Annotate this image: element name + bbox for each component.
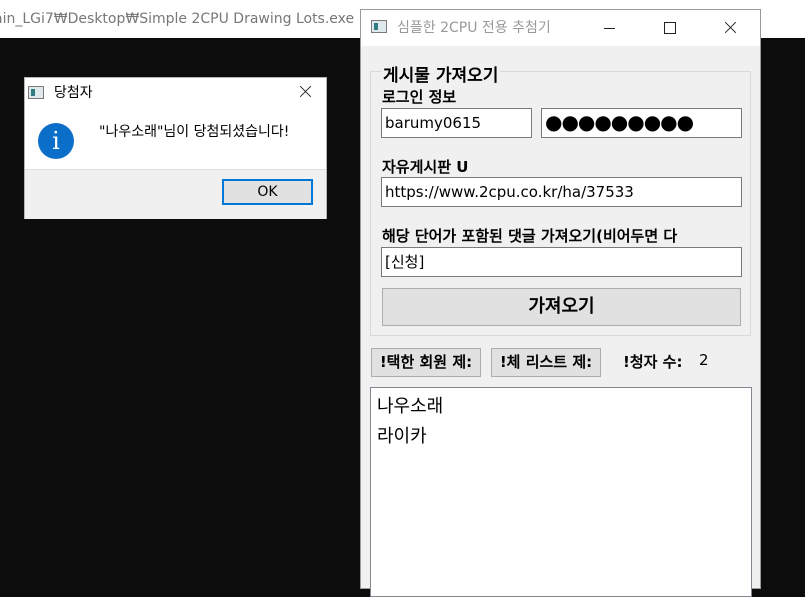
msgbox-close-button[interactable]: [285, 78, 325, 108]
main-titlebar[interactable]: 심플한 2CPU 전용 추첨기: [361, 10, 760, 46]
msgbox-titlebar[interactable]: 당첨자: [25, 78, 326, 108]
msgbox-footer: OK: [25, 169, 326, 219]
close-icon: [299, 86, 311, 98]
list-item[interactable]: 라이카: [377, 422, 745, 452]
board-label: 자유게시판 U: [382, 158, 469, 176]
username-input[interactable]: barumy0615: [381, 108, 532, 138]
group-title: 게시물 가져오기: [381, 61, 501, 86]
remove-selected-button[interactable]: !택한 회원 제:: [371, 348, 481, 377]
password-input[interactable]: ●●●●●●●●●: [541, 108, 742, 138]
list-item[interactable]: 나우소래: [377, 392, 745, 422]
main-window: 심플한 2CPU 전용 추첨기 게시물 가져오기 로그인 정보 barumy06…: [360, 9, 761, 597]
winner-message-box: 당첨자 i "나우소래"님이 당첨되셨습니다! OK: [24, 77, 327, 219]
fetch-button[interactable]: 가져오기: [382, 288, 741, 326]
login-label: 로그인 정보: [382, 88, 457, 106]
msgbox-app-icon: [28, 86, 44, 99]
winner-message: "나우소래"님이 당첨되셨습니다!: [99, 124, 290, 140]
close-button[interactable]: [707, 10, 753, 46]
msgbox-title: 당첨자: [54, 85, 93, 101]
minimize-button[interactable]: [587, 10, 633, 46]
board-url-input[interactable]: https://www.2cpu.co.kr/ha/37533: [381, 177, 742, 207]
applicant-list[interactable]: 나우소래 라이카: [370, 387, 752, 597]
clear-list-button[interactable]: !체 리스트 제:: [491, 348, 601, 377]
maximize-button[interactable]: [647, 10, 693, 46]
ok-button[interactable]: OK: [222, 179, 313, 205]
close-icon: [724, 22, 736, 34]
filter-input[interactable]: [신청]: [381, 247, 742, 277]
app-icon: [371, 20, 387, 33]
applicant-count-value: 2: [699, 351, 709, 369]
information-icon: i: [38, 123, 74, 159]
filter-label: 해당 단어가 포함된 댓글 가져오기(비어두면 다: [382, 227, 678, 245]
applicant-count-label: !청자 수:: [623, 353, 683, 371]
window-title: 심플한 2CPU 전용 추첨기: [397, 20, 551, 36]
